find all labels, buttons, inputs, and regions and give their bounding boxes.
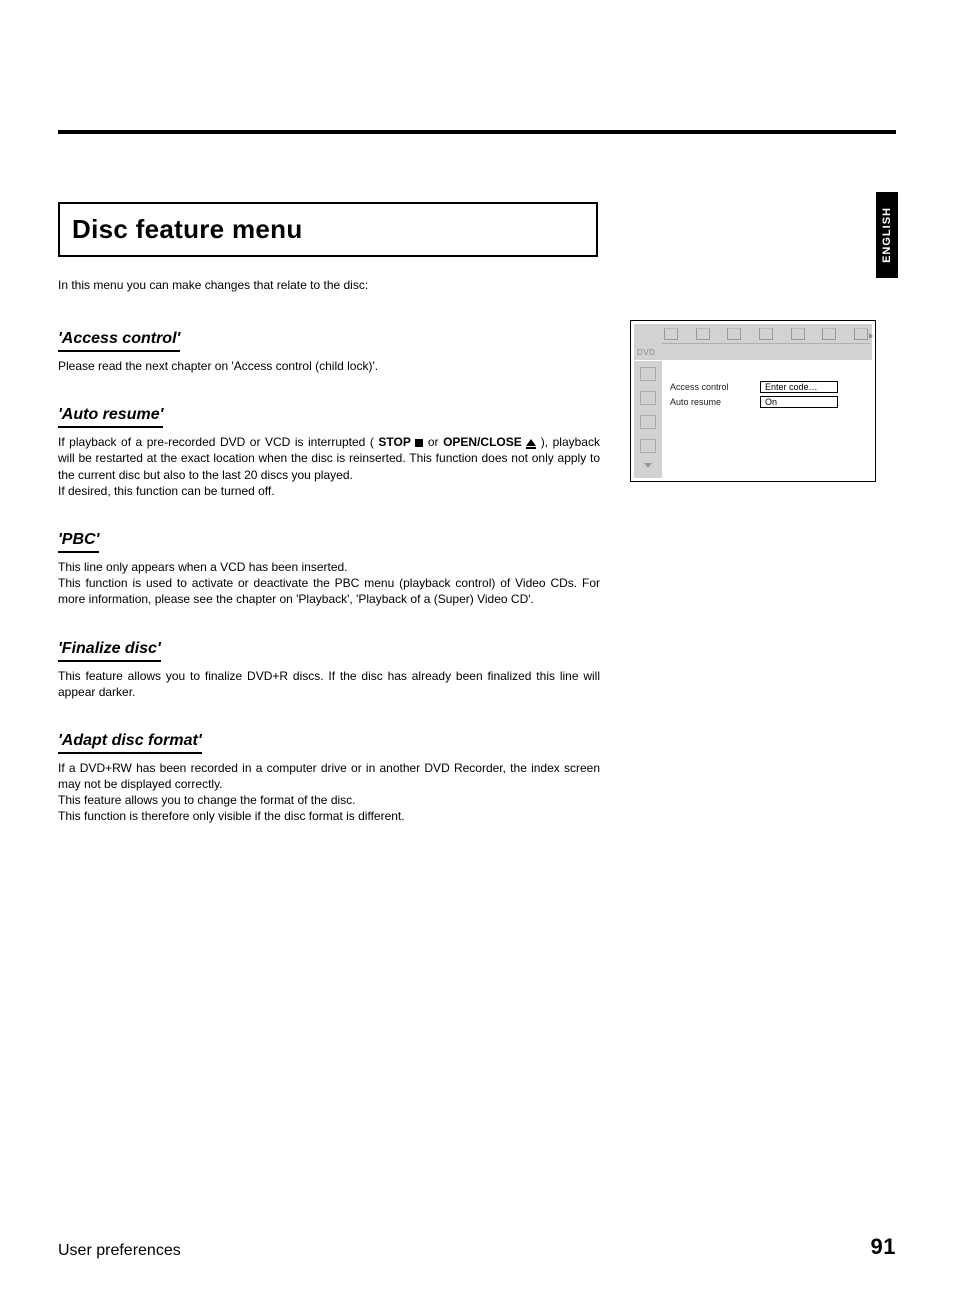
section-body: If a DVD+RW has been recorded in a compu…: [58, 760, 600, 792]
osd-screenshot: DVD Access control Enter code…: [630, 320, 876, 482]
osd-content: Access control Enter code… Auto resume O…: [662, 361, 872, 478]
language-tab: ENGLISH: [876, 192, 898, 278]
osd-row: Access control Enter code…: [670, 381, 864, 393]
stop-label: STOP: [378, 435, 410, 449]
osd-arrow-down-icon: [644, 463, 652, 468]
osd-topbar: DVD: [634, 324, 872, 360]
section-body: If playback of a pre-recorded DVD or VCD…: [58, 434, 600, 483]
page-number: 91: [871, 1234, 896, 1260]
stop-icon: [415, 439, 423, 447]
main-content: 'Access control' Please read the next ch…: [58, 330, 600, 857]
section-heading: 'Access control': [58, 330, 180, 352]
footer-section-name: User preferences: [58, 1242, 181, 1260]
section-heading: 'PBC': [58, 531, 99, 553]
osd-side-icon: [640, 439, 656, 453]
section-adapt-disc-format: 'Adapt disc format' If a DVD+RW has been…: [58, 732, 600, 825]
section-title-box: Disc feature menu: [58, 202, 598, 257]
section-finalize-disc: 'Finalize disc' This feature allows you …: [58, 640, 600, 700]
manual-page: ENGLISH Disc feature menu In this menu y…: [0, 0, 954, 1302]
text: or: [428, 435, 443, 449]
section-body: This line only appears when a VCD has be…: [58, 559, 600, 575]
section-heading: 'Auto resume': [58, 406, 163, 428]
language-tab-label: ENGLISH: [881, 207, 893, 263]
section-pbc: 'PBC' This line only appears when a VCD …: [58, 531, 600, 608]
top-rule: [58, 130, 896, 134]
section-access-control: 'Access control' Please read the next ch…: [58, 330, 600, 374]
section-auto-resume: 'Auto resume' If playback of a pre-recor…: [58, 406, 600, 499]
osd-brand: DVD: [637, 348, 655, 357]
section-body: This feature allows you to change the fo…: [58, 792, 600, 808]
osd-row-label: Auto resume: [670, 397, 750, 407]
section-heading: 'Finalize disc': [58, 640, 161, 662]
intro-text: In this menu you can make changes that r…: [58, 278, 368, 292]
osd-top-icon: [664, 328, 678, 340]
section-body: This feature allows you to finalize DVD+…: [58, 668, 600, 700]
osd-top-icon: [727, 328, 741, 340]
osd-side-icon: [640, 415, 656, 429]
osd-top-icon: [759, 328, 773, 340]
osd-arrow-right-icon: [869, 333, 873, 339]
osd-side-icon: [640, 367, 656, 381]
osd-row-value: On: [760, 396, 838, 408]
osd-row-label: Access control: [670, 382, 750, 392]
section-body: This function is used to activate or dea…: [58, 575, 600, 607]
osd-top-icon: [822, 328, 836, 340]
page-title: Disc feature menu: [72, 214, 578, 245]
osd-top-icon: [791, 328, 805, 340]
osd-top-icon: [854, 328, 868, 340]
osd-side-icon: [640, 391, 656, 405]
section-body: If desired, this function can be turned …: [58, 483, 600, 499]
open-close-label: OPEN/CLOSE: [443, 435, 522, 449]
eject-icon: [526, 439, 536, 446]
section-body: Please read the next chapter on 'Access …: [58, 358, 600, 374]
section-heading: 'Adapt disc format': [58, 732, 202, 754]
osd-row: Auto resume On: [670, 396, 864, 408]
osd-sidebar: [634, 361, 662, 478]
section-body: This function is therefore only visible …: [58, 808, 600, 824]
osd-row-value: Enter code…: [760, 381, 838, 393]
osd-top-icon: [696, 328, 710, 340]
text: If playback of a pre-recorded DVD or VCD…: [58, 435, 378, 449]
